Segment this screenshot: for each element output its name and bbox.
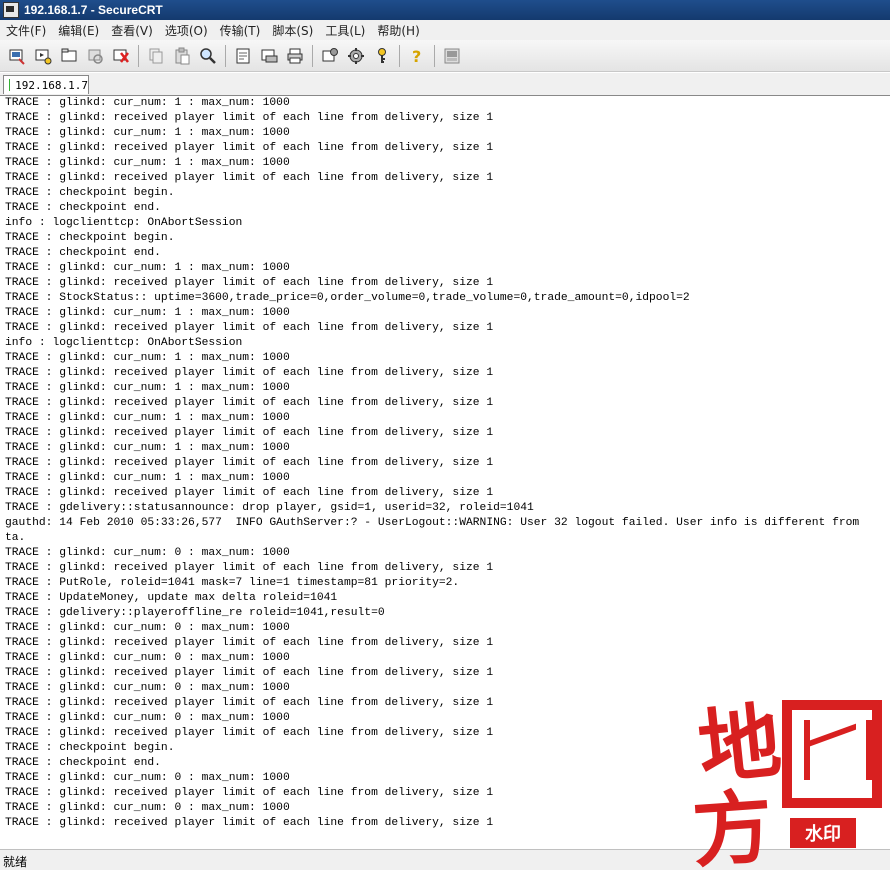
terminal-line: TRACE : glinkd: received player limit of… — [5, 277, 494, 289]
terminal-line: TRACE : glinkd: cur_num: 1 : max_num: 10… — [5, 352, 290, 364]
terminal-line: TRACE : glinkd: cur_num: 1 : max_num: 10… — [5, 472, 290, 484]
global-options-icon[interactable] — [345, 45, 367, 67]
terminal-line: TRACE : checkpoint begin. — [5, 232, 175, 244]
terminal-line: TRACE : glinkd: cur_num: 0 : max_num: 10… — [5, 802, 290, 814]
terminal-line: TRACE : glinkd: cur_num: 1 : max_num: 10… — [5, 127, 290, 139]
terminal-line: TRACE : gdelivery::statusannounce: drop … — [5, 502, 534, 514]
print-setup-icon[interactable] — [232, 45, 254, 67]
disconnect-icon[interactable] — [110, 45, 132, 67]
print-icon[interactable] — [284, 45, 306, 67]
terminal-line: TRACE : glinkd: cur_num: 0 : max_num: 10… — [5, 652, 290, 664]
reconnect-icon[interactable] — [84, 45, 106, 67]
terminal-line: TRACE : glinkd: received player limit of… — [5, 667, 494, 679]
session-tab-label: 192.168.1.7 — [15, 78, 88, 92]
terminal-line: TRACE : glinkd: received player limit of… — [5, 787, 494, 799]
terminal-line: TRACE : glinkd: received player limit of… — [5, 817, 494, 829]
toolbar: ? — [0, 40, 890, 72]
toolbar-separator — [138, 44, 139, 67]
toolbar-separator — [312, 44, 313, 67]
terminal-line: TRACE : glinkd: cur_num: 0 : max_num: 10… — [5, 772, 290, 784]
menu-transfer[interactable]: 传输(T) — [214, 22, 267, 39]
quick-connect-icon[interactable] — [32, 45, 54, 67]
print-selection-icon[interactable] — [258, 45, 280, 67]
session-options-icon[interactable] — [319, 45, 341, 67]
terminal-line: TRACE : glinkd: received player limit of… — [5, 322, 494, 334]
svg-text:?: ? — [412, 47, 421, 65]
terminal-line: TRACE : glinkd: cur_num: 1 : max_num: 10… — [5, 262, 290, 274]
status-text: 就绪 — [3, 855, 28, 869]
terminal-line: TRACE : glinkd: received player limit of… — [5, 397, 494, 409]
menu-view[interactable]: 查看(V) — [105, 22, 159, 39]
menu-edit[interactable]: 编辑(E) — [52, 22, 105, 39]
terminal-line: TRACE : glinkd: cur_num: 1 : max_num: 10… — [5, 307, 290, 319]
terminal-line: info : logclienttcp: OnAbortSession — [5, 337, 243, 349]
terminal-line: gauthd: 14 Feb 2010 05:33:26,577 INFO GA… — [5, 517, 860, 529]
watermark-char-3-glyph — [782, 700, 882, 808]
terminal-line: TRACE : glinkd: received player limit of… — [5, 457, 494, 469]
terminal-line: TRACE : glinkd: cur_num: 0 : max_num: 10… — [5, 712, 290, 724]
terminal-line: TRACE : checkpoint end. — [5, 757, 161, 769]
menu-script[interactable]: 脚本(S) — [266, 22, 319, 39]
terminal-line: TRACE : checkpoint begin. — [5, 187, 175, 199]
terminal-line: TRACE : glinkd: received player limit of… — [5, 427, 494, 439]
terminal-line: TRACE : glinkd: cur_num: 1 : max_num: 10… — [5, 97, 290, 109]
connect-tab-icon[interactable] — [58, 45, 80, 67]
terminal-line: TRACE : glinkd: received player limit of… — [5, 172, 494, 184]
toolbar-separator — [225, 44, 226, 67]
session-tab-bar: 192.168.1.7 — [0, 73, 890, 96]
about-icon[interactable] — [441, 45, 463, 67]
terminal-line: TRACE : glinkd: received player limit of… — [5, 487, 494, 499]
toolbar-separator — [434, 44, 435, 67]
terminal-line: TRACE : checkpoint end. — [5, 202, 161, 214]
terminal-line: info : logclienttcp: OnAbortSession — [5, 217, 243, 229]
copy-icon[interactable] — [145, 45, 167, 67]
terminal-line: TRACE : glinkd: cur_num: 0 : max_num: 10… — [5, 547, 290, 559]
find-icon[interactable] — [197, 45, 219, 67]
terminal-line: TRACE : glinkd: cur_num: 1 : max_num: 10… — [5, 157, 290, 169]
menu-file[interactable]: 文件(F) — [0, 22, 52, 39]
watermark-char-2: 方 — [689, 779, 776, 879]
terminal-line: TRACE : glinkd: cur_num: 0 : max_num: 10… — [5, 682, 290, 694]
securecrt-app-icon[interactable] — [3, 2, 19, 18]
terminal-line: TRACE : glinkd: received player limit of… — [5, 697, 494, 709]
connected-indicator-icon — [9, 79, 11, 91]
terminal-line: TRACE : glinkd: cur_num: 1 : max_num: 10… — [5, 382, 290, 394]
session-tab[interactable]: 192.168.1.7 — [3, 75, 89, 94]
terminal-line: TRACE : glinkd: received player limit of… — [5, 142, 494, 154]
terminal-line: TRACE : glinkd: received player limit of… — [5, 367, 494, 379]
terminal-line: ta. — [5, 532, 26, 544]
title-bar: 192.168.1.7 - SecureCRT — [0, 0, 890, 20]
terminal-line: TRACE : UpdateMoney, update max delta ro… — [5, 592, 338, 604]
terminal-line: TRACE : glinkd: received player limit of… — [5, 727, 494, 739]
terminal-line: TRACE : glinkd: cur_num: 1 : max_num: 10… — [5, 442, 290, 454]
toolbar-separator — [399, 44, 400, 67]
terminal-line: TRACE : glinkd: received player limit of… — [5, 637, 494, 649]
terminal-line: TRACE : glinkd: cur_num: 1 : max_num: 10… — [5, 412, 290, 424]
terminal-line: TRACE : glinkd: received player limit of… — [5, 562, 494, 574]
help-icon[interactable]: ? — [406, 45, 428, 67]
terminal-line: TRACE : StockStatus:: uptime=3600,trade_… — [5, 292, 690, 304]
menu-options[interactable]: 选项(O) — [159, 22, 214, 39]
menu-help[interactable]: 帮助(H) — [371, 22, 425, 39]
terminal-line: TRACE : glinkd: cur_num: 0 : max_num: 10… — [5, 622, 290, 634]
terminal-line: TRACE : checkpoint begin. — [5, 742, 175, 754]
terminal-line: TRACE : checkpoint end. — [5, 247, 161, 259]
keymap-icon[interactable] — [371, 45, 393, 67]
window-title: 192.168.1.7 - SecureCRT — [24, 3, 163, 17]
menu-bar: 文件(F) 编辑(E) 查看(V) 选项(O) 传输(T) 脚本(S) 工具(L… — [0, 20, 890, 40]
paste-icon[interactable] — [171, 45, 193, 67]
terminal-line: TRACE : PutRole, roleid=1041 mask=7 line… — [5, 577, 460, 589]
menu-tools[interactable]: 工具(L) — [319, 22, 371, 39]
watermark-stamp: 水印 — [790, 818, 856, 848]
connect-icon[interactable] — [6, 45, 28, 67]
terminal-line: TRACE : glinkd: received player limit of… — [5, 112, 494, 124]
terminal-line: TRACE : gdelivery::playeroffline_re role… — [5, 607, 385, 619]
